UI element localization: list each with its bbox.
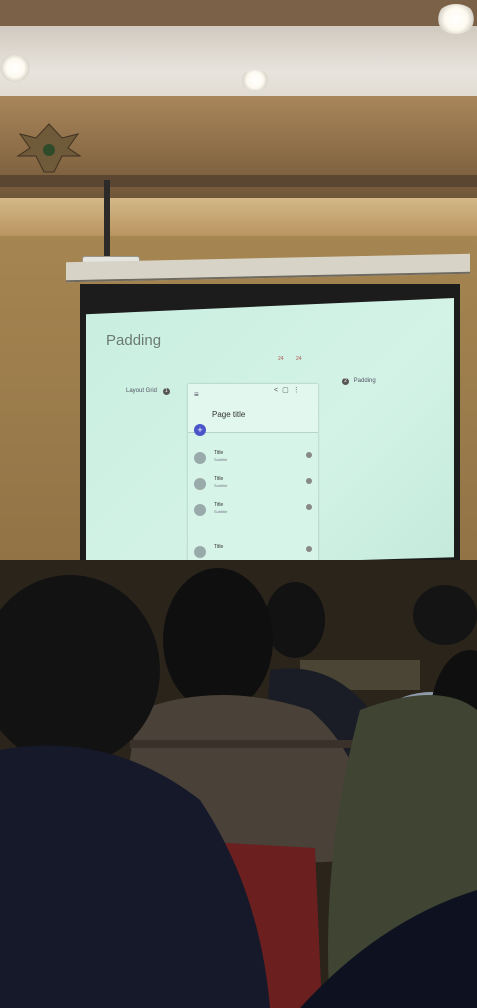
- garuda-emblem-icon: [16, 123, 82, 173]
- ceiling-beam: [0, 0, 477, 26]
- info-icon: [306, 452, 312, 458]
- padding-label: 2 Padding: [342, 378, 376, 385]
- mockup-page-title: Page title: [212, 410, 246, 419]
- list-item-subtitle: Subtitle: [214, 457, 228, 462]
- app-bar-actions: <▢⋮: [274, 386, 304, 394]
- projector-mount: [104, 180, 110, 260]
- mockup-app-bar: ≡ <▢⋮ Page title: [188, 384, 318, 433]
- wall-ledge: [0, 198, 477, 238]
- list-item-title: Title: [214, 476, 224, 482]
- ceiling-lamp-left: [0, 54, 30, 82]
- list-item-title: Title: [214, 450, 224, 456]
- info-icon: [306, 504, 312, 510]
- ceiling-lamp-right: [436, 4, 476, 34]
- list-item-title: Title: [214, 502, 224, 508]
- info-icon: [306, 478, 312, 484]
- menu-icon: ≡: [194, 390, 199, 399]
- more-icon: ⋮: [292, 387, 304, 394]
- badge-1: 1: [162, 388, 170, 395]
- list-item-title: Title: [214, 544, 224, 550]
- measure-label-b: 24: [296, 356, 302, 362]
- ceiling-lamp-center: [240, 70, 270, 90]
- person-icon: [194, 452, 206, 464]
- badge-2: 2: [342, 378, 349, 385]
- share-icon: <: [274, 387, 283, 394]
- measure-label-a: 24: [278, 356, 284, 362]
- slide-title: Padding: [106, 332, 162, 349]
- audience-silhouettes: [0, 560, 477, 1008]
- phone-mockup: ≡ <▢⋮ Page title + Title Subtitle Title …: [188, 384, 318, 568]
- info-icon: [306, 546, 312, 552]
- window-icon: ▢: [282, 387, 293, 394]
- list-item: Title Subtitle: [188, 500, 318, 524]
- padding-text: Padding: [353, 378, 376, 384]
- person-icon: [194, 546, 206, 558]
- projected-slide: Padding Layout Grid 1 2 Padding 24 24 ≡ …: [86, 298, 454, 568]
- person-icon: [194, 504, 206, 516]
- list-item: Title Subtitle: [188, 474, 318, 498]
- layout-grid-label: Layout Grid 1: [126, 388, 170, 395]
- layout-grid-text: Layout Grid: [126, 388, 158, 394]
- person-icon: [194, 478, 206, 490]
- list-item: Title Subtitle: [188, 448, 318, 472]
- list-item-subtitle: Subtitle: [214, 509, 228, 514]
- add-icon: +: [194, 424, 206, 436]
- list-item-subtitle: Subtitle: [214, 483, 228, 488]
